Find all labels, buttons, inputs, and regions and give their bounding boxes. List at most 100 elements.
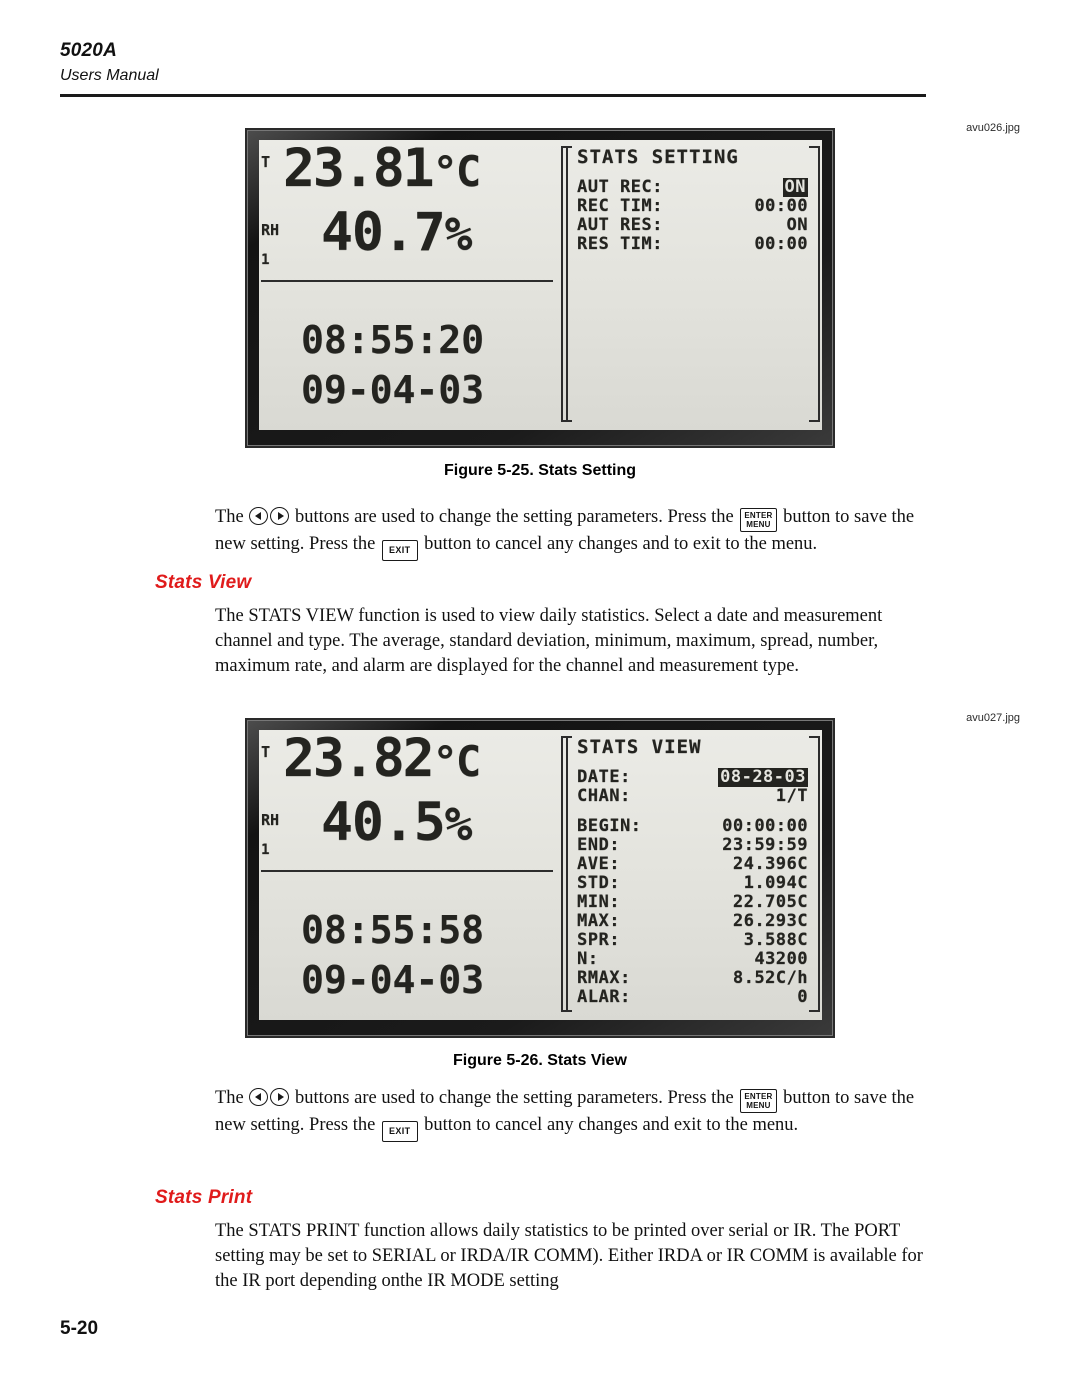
lcd-row-value: 26.293C [732, 911, 808, 931]
enter-key-line2-2: MENU [746, 1101, 771, 1110]
lcd-separator-2 [261, 870, 553, 872]
reading-temperature-2: 23.82°C [283, 730, 481, 791]
enter-key-line1-2: ENTER [744, 1092, 773, 1101]
stats-setting-rows: AUT REC: ON REC TIM: 00:00 AUT RES: ON RES TIM… [577, 178, 808, 254]
exit-key-icon-1: EXIT [381, 540, 418, 561]
label-humidity-tag-2: RH [261, 811, 280, 829]
lcd-row-key: ALAR: [577, 987, 631, 1007]
lcd-row-value: 22.705C [732, 892, 808, 912]
lcd-row-value: 00:00:00 [722, 816, 808, 836]
reading-date-2: 09-04-03 [301, 958, 485, 1002]
label-temperature-tag-2: T [261, 743, 271, 761]
asset-label-1: avu026.jpg [966, 122, 1020, 134]
stats-view-result-rows: BEGIN: 00:00:00 END: 23:59:59 AVE: 24.396C STD… [577, 817, 808, 1007]
lcd-row-value: ON [786, 215, 808, 235]
right-arrow-key-icon-1 [270, 507, 290, 525]
header-rule [60, 94, 926, 97]
lcd-measurement-panel-2: T RH 1 23.82°C 40.5% 08:55:58 09-04-03 [259, 730, 559, 1020]
enter-key-line2-1: MENU [746, 520, 771, 529]
lcd-row-key: DATE: [577, 767, 631, 787]
figure-stats-view: T RH 1 23.82°C 40.5% 08:55:58 09-04-03 S… [0, 712, 1080, 1070]
asset-label-2: avu027.jpg [966, 712, 1020, 724]
lcd-row: AUT RES: ON [577, 216, 808, 235]
para3-text-d: button to cancel any changes and exit to… [419, 1115, 799, 1135]
lcd-screen-stats-setting: T RH 1 23.81°C 40.7% 08:55:20 09-04-03 S… [259, 140, 822, 430]
lcd-row-value-selected[interactable]: 08-28-03 [718, 768, 808, 787]
panel-bracket-left-1 [561, 146, 572, 422]
lcd-row: RMAX: 8.52C/h [577, 969, 808, 988]
footer-page-number: 5-20 [60, 1318, 99, 1339]
label-channel-tag-1: 1 [261, 252, 270, 268]
para1-text-b: buttons are used to change the setting p… [290, 507, 739, 527]
reading-humidity-unit-1: % [444, 207, 473, 261]
figure-stats-setting: T RH 1 23.81°C 40.7% 08:55:20 09-04-03 S… [0, 122, 1080, 480]
lcd-row-key: REC TIM: [577, 196, 663, 216]
lcd-row-value: 1.094C [743, 873, 808, 893]
lcd-row-key: CHAN: [577, 786, 631, 806]
lcd-row: REC TIM: 00:00 [577, 197, 808, 216]
section-heading-stats-print: Stats Print [155, 1187, 253, 1208]
page-header: 5020A Users Manual [60, 40, 926, 97]
lcd-screen-stats-view: T RH 1 23.82°C 40.5% 08:55:58 09-04-03 S… [259, 730, 822, 1020]
lcd-row-value: 23:59:59 [722, 835, 808, 855]
para1-text-d: button to cancel any changes and to exit… [419, 534, 818, 554]
lcd-row-value-selected[interactable]: ON [782, 178, 808, 197]
manual-model-title: 5020A [60, 40, 117, 61]
lcd-row-key: MAX: [577, 911, 620, 931]
lcd-row: AUT REC: ON [577, 178, 808, 197]
reading-temperature-1: 23.81°C [283, 140, 481, 201]
panel-bracket-right-2 [809, 736, 820, 1012]
panel-title-stats-view: STATS VIEW [577, 736, 702, 758]
reading-temperature-value-1: 23.81 [283, 140, 435, 199]
panel-bracket-right-1 [809, 146, 820, 422]
lcd-row-key: MIN: [577, 892, 620, 912]
label-channel-tag-2: 1 [261, 842, 270, 858]
left-arrow-key-icon-1 [249, 507, 269, 525]
reading-clock-1: 08:55:20 [301, 318, 485, 362]
enter-key-line1-1: ENTER [744, 511, 773, 520]
lcd-row: MAX: 26.293C [577, 912, 808, 931]
figure-caption-1: Figure 5-25. Stats Setting [443, 462, 637, 479]
lcd-row: RES TIM: 00:00 [577, 235, 808, 254]
panel-title-stats-setting: STATS SETTING [577, 146, 739, 168]
lcd-row: STD: 1.094C [577, 874, 808, 893]
lcd-bezel-2: T RH 1 23.82°C 40.5% 08:55:58 09-04-03 S… [245, 718, 835, 1038]
lcd-row-value: 8.52C/h [732, 968, 808, 988]
lcd-row: BEGIN: 00:00:00 [577, 817, 808, 836]
section-heading-stats-view: Stats View [155, 572, 252, 593]
lcd-row: END: 23:59:59 [577, 836, 808, 855]
reading-humidity-value-1: 40.7 [321, 202, 446, 263]
lcd-row-key: END: [577, 835, 620, 855]
lcd-bezel-1: T RH 1 23.81°C 40.7% 08:55:20 09-04-03 S… [245, 128, 835, 448]
lcd-row-value: 24.396C [732, 854, 808, 874]
lcd-row: MIN: 22.705C [577, 893, 808, 912]
lcd-row-value: 1/T [775, 786, 808, 806]
lcd-row-key: N: [577, 949, 599, 969]
lcd-menu-panel-stats-setting: STATS SETTING AUT REC: ON REC TIM: 00:00 AUT… [559, 140, 822, 430]
reading-humidity-2: 40.5% [321, 792, 473, 853]
paragraph-stats-view-description: The STATS VIEW function is used to view … [215, 606, 883, 676]
lcd-wrapper-1: T RH 1 23.81°C 40.7% 08:55:20 09-04-03 S… [245, 128, 835, 448]
figure-caption-2: Figure 5-26. Stats View [453, 1052, 627, 1069]
reading-humidity-value-2: 40.5 [321, 792, 446, 853]
lcd-row: ALAR: 0 [577, 988, 808, 1007]
lcd-row-value: 3.588C [743, 930, 808, 950]
lcd-menu-panel-stats-view: STATS VIEW DATE: 08-28-03 CHAN: 1/T BEGIN: 0… [559, 730, 822, 1020]
reading-humidity-unit-2: % [444, 797, 473, 851]
lcd-row-key: AUT RES: [577, 215, 663, 235]
left-arrow-key-icon-2 [249, 1088, 269, 1106]
lcd-row-value: 00:00 [754, 196, 808, 216]
lcd-row: N: 43200 [577, 950, 808, 969]
lcd-row-key: AVE: [577, 854, 620, 874]
paragraph-stats-setting-keys: The buttons are used to change the setti… [215, 505, 927, 561]
lcd-row-value: 00:00 [754, 234, 808, 254]
paragraph-stats-print-description: The STATS PRINT function allows daily st… [215, 1221, 923, 1291]
lcd-separator-1 [261, 280, 553, 282]
para1-text-a: The [215, 507, 249, 527]
lcd-row-key: STD: [577, 873, 620, 893]
enter-menu-key-icon-1: ENTER MENU [740, 508, 777, 532]
lcd-row-key: AUT REC: [577, 177, 663, 197]
lcd-row: DATE: 08-28-03 [577, 768, 808, 787]
paragraph-stats-view-keys: The buttons are used to change the setti… [215, 1086, 927, 1142]
exit-key-icon-2: EXIT [381, 1121, 418, 1142]
